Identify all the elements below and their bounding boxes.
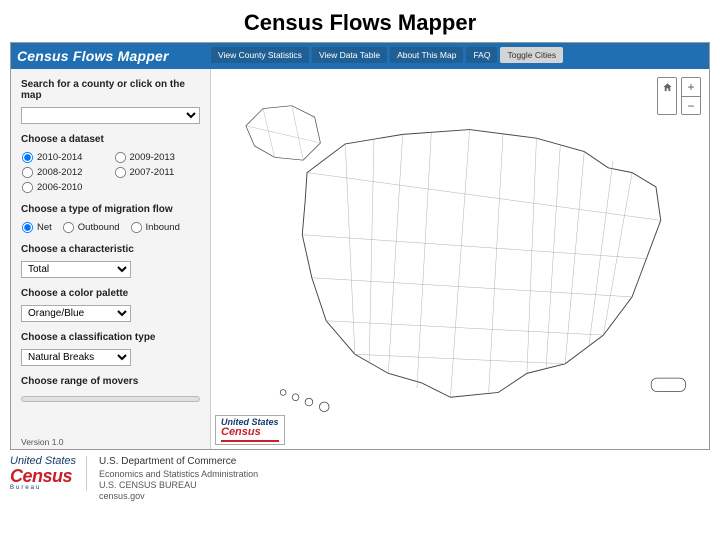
characteristic-select[interactable]: Total [21, 261, 131, 278]
zoom-in-button[interactable]: + [682, 78, 700, 96]
classification-label: Choose a classification type [21, 332, 200, 343]
app-window: Census Flows Mapper View County Statisti… [10, 42, 710, 450]
zoom-out-button[interactable]: − [682, 96, 700, 114]
home-button[interactable] [658, 78, 676, 96]
search-label: Search for a county or click on the map [21, 79, 200, 101]
map-corner-logo: United States Census [215, 415, 285, 445]
sidebar: Search for a county or click on the map … [11, 43, 211, 449]
classification-select[interactable]: Natural Breaks [21, 349, 131, 366]
range-label: Choose range of movers [21, 376, 200, 387]
flow-option-outbound[interactable]: Outbound [62, 221, 120, 234]
tab-view-county-statistics[interactable]: View County Statistics [211, 47, 309, 63]
page-title: Census Flows Mapper [0, 0, 720, 42]
palette-select[interactable]: Orange/Blue [21, 305, 131, 322]
tab-view-data-table[interactable]: View Data Table [312, 47, 387, 63]
dataset-option-2008-2012[interactable]: 2008-2012 [21, 166, 108, 179]
flow-type-label: Choose a type of migration flow [21, 204, 200, 215]
tab-toggle-cities[interactable]: Toggle Cities [500, 47, 563, 63]
map-controls: + − [657, 77, 701, 115]
us-county-map[interactable] [221, 77, 699, 421]
dataset-option-2010-2014[interactable]: 2010-2014 [21, 151, 108, 164]
version-label: Version 1.0 [21, 437, 64, 447]
flow-option-inbound[interactable]: Inbound [130, 221, 180, 234]
app-title: Census Flows Mapper [17, 48, 169, 64]
dataset-option-2006-2010[interactable]: 2006-2010 [21, 181, 108, 194]
range-slider[interactable] [21, 396, 200, 402]
flow-option-net[interactable]: Net [21, 221, 52, 234]
dataset-label: Choose a dataset [21, 134, 200, 145]
census-logo: United States Census Bureau [10, 456, 87, 491]
flow-radio-group: Net Outbound Inbound [21, 221, 200, 234]
characteristic-label: Choose a characteristic [21, 244, 200, 255]
footer: United States Census Bureau U.S. Departm… [10, 456, 710, 502]
tab-bar: View County Statistics View Data Table A… [211, 47, 563, 63]
home-icon [662, 82, 673, 93]
palette-label: Choose a color palette [21, 288, 200, 299]
plus-icon: + [687, 80, 694, 94]
tab-about-this-map[interactable]: About This Map [390, 47, 463, 63]
dataset-option-2007-2011[interactable]: 2007-2011 [114, 166, 201, 179]
tab-faq[interactable]: FAQ [466, 47, 497, 63]
footer-text: U.S. Department of Commerce Economics an… [99, 456, 258, 502]
minus-icon: − [687, 99, 694, 113]
county-search-select[interactable] [21, 107, 200, 124]
dataset-radio-group: 2010-2014 2009-2013 2008-2012 2007-2011 … [21, 151, 200, 194]
map-area[interactable]: + − United States Census [211, 69, 709, 449]
dataset-option-2009-2013[interactable]: 2009-2013 [114, 151, 201, 164]
